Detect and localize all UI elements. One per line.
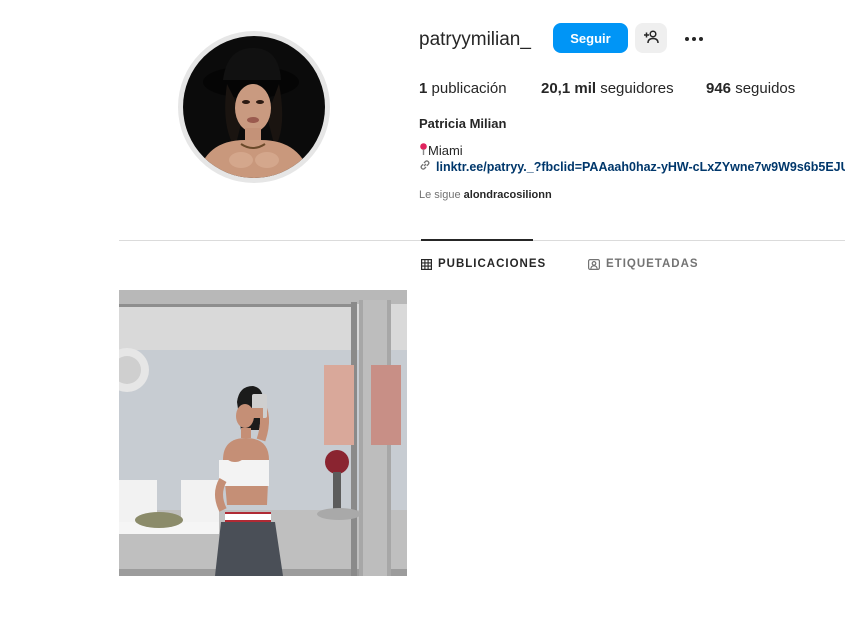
tab-etiquetadas[interactable]: ETIQUETADAS [588,258,699,270]
pin-icon [419,143,428,158]
followed-by[interactable]: Le sigue alondracosilionn [419,189,552,201]
profile-page: patryymilian_ Seguir 1 publicación 20,1 … [0,0,845,620]
grid-icon [421,258,432,270]
profile-photo [183,36,325,178]
link-icon [419,159,431,174]
add-user-button[interactable] [635,23,667,53]
bio-link[interactable]: linktr.ee/patryy._?fbclid=PAAaah0haz-yHW… [419,159,845,174]
followers-count[interactable]: 20,1 mil seguidores [541,80,674,97]
active-tab-indicator [421,239,533,241]
posts-count: 1 publicación [419,80,507,97]
post-thumbnail[interactable] [119,290,407,576]
tagged-icon [588,258,600,270]
following-count[interactable]: 946 seguidos [706,80,795,97]
follow-button[interactable]: Seguir [553,23,628,53]
bio-location: Miami [419,143,463,158]
avatar[interactable] [178,31,330,183]
tab-publicaciones[interactable]: PUBLICACIONES [421,258,546,270]
mirror-selfie-photo [119,290,407,576]
username: patryymilian_ [419,29,531,50]
more-options-button[interactable] [680,25,708,51]
more-options-icon [684,29,704,47]
full-name: Patricia Milian [419,116,507,131]
add-user-icon [643,29,659,47]
bio-link-text[interactable]: linktr.ee/patryy._?fbclid=PAAaah0haz-yHW… [436,160,845,174]
